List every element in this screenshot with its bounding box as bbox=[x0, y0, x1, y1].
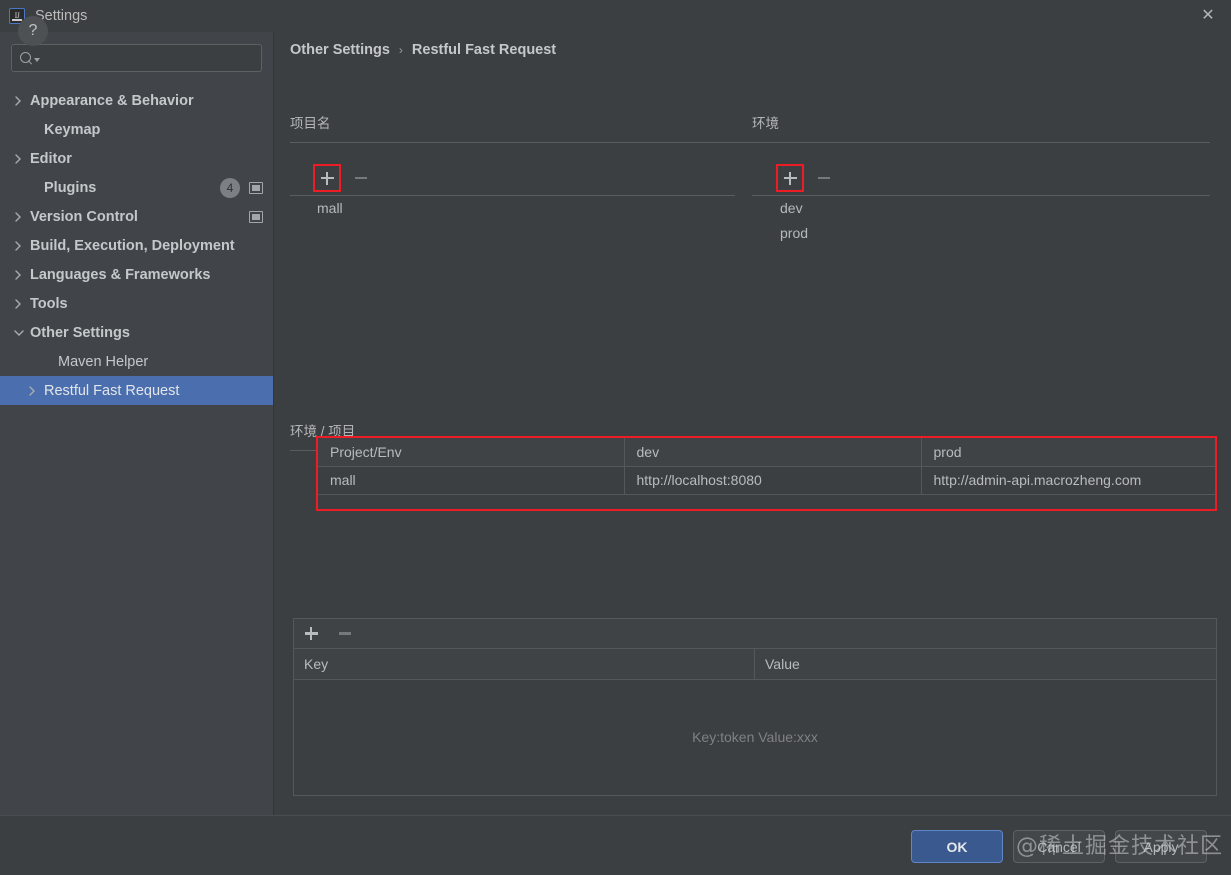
detach-window-icon[interactable] bbox=[249, 211, 263, 223]
chevron-down-icon[interactable] bbox=[14, 329, 30, 337]
sidebar-item-other-settings[interactable]: Other Settings bbox=[0, 318, 273, 347]
sidebar-item-build-execution-deployment[interactable]: Build, Execution, Deployment bbox=[0, 231, 273, 260]
plugins-update-badge: 4 bbox=[220, 178, 240, 198]
breadcrumb-separator-icon: › bbox=[399, 43, 403, 57]
table-row[interactable]: mall http://localhost:8080 http://admin-… bbox=[318, 466, 1215, 494]
sidebar-item-editor[interactable]: Editor bbox=[0, 144, 273, 173]
chevron-right-icon[interactable] bbox=[14, 212, 30, 222]
cell-dev-url[interactable]: http://localhost:8080 bbox=[624, 466, 921, 494]
breadcrumb-parent[interactable]: Other Settings bbox=[290, 42, 390, 58]
column-header-project-env[interactable]: Project/Env bbox=[318, 438, 624, 466]
env-section-label: 环境 bbox=[752, 112, 779, 132]
settings-tree: Appearance & Behavior Keymap Editor Plugins… bbox=[0, 86, 273, 405]
sidebar-item-accessories bbox=[240, 211, 263, 223]
sidebar-item-label: Languages & Frameworks bbox=[30, 267, 211, 283]
apply-button[interactable]: Apply bbox=[1115, 830, 1207, 863]
global-headers-empty-hint: Key:token Value:xxx bbox=[294, 729, 1216, 745]
sidebar-item-languages-frameworks[interactable]: Languages & Frameworks bbox=[0, 260, 273, 289]
env-list-divider bbox=[752, 195, 1210, 196]
chevron-right-icon[interactable] bbox=[14, 154, 30, 164]
search-input[interactable] bbox=[40, 45, 261, 71]
env-remove-button[interactable] bbox=[812, 166, 836, 190]
sidebar-item-restful-fast-request[interactable]: Restful Fast Request bbox=[0, 376, 273, 405]
help-button[interactable]: ? bbox=[18, 16, 48, 46]
global-headers-column-row: Key Value bbox=[294, 649, 1216, 680]
sidebar-item-label: Keymap bbox=[44, 122, 100, 138]
sidebar-item-label: Editor bbox=[30, 151, 72, 167]
env-add-button[interactable] bbox=[778, 166, 802, 190]
sidebar-item-appearance-behavior[interactable]: Appearance & Behavior bbox=[0, 86, 273, 115]
project-list-divider bbox=[290, 195, 735, 196]
project-remove-button[interactable] bbox=[349, 166, 373, 190]
breadcrumb-current: Restful Fast Request bbox=[412, 42, 556, 58]
column-header-dev[interactable]: dev bbox=[624, 438, 921, 466]
sidebar-item-plugins[interactable]: Plugins 4 bbox=[0, 173, 273, 202]
header-remove-button[interactable] bbox=[333, 622, 357, 646]
search-box[interactable] bbox=[11, 44, 262, 72]
chevron-right-icon[interactable] bbox=[14, 299, 30, 309]
chevron-right-icon[interactable] bbox=[14, 96, 30, 106]
column-header-prod[interactable]: prod bbox=[921, 438, 1215, 466]
env-project-table: Project/Env dev prod mall http://localho… bbox=[318, 438, 1215, 495]
project-section-label: 项目名 bbox=[290, 112, 331, 132]
env-project-table-highlight: Project/Env dev prod mall http://localho… bbox=[316, 436, 1217, 511]
sidebar-item-keymap[interactable]: Keymap bbox=[0, 115, 273, 144]
sidebar-item-label: Maven Helper bbox=[58, 354, 148, 370]
cancel-button[interactable]: Cancel bbox=[1013, 830, 1105, 863]
sidebar-item-label: Version Control bbox=[30, 209, 138, 225]
column-header-key[interactable]: Key bbox=[294, 649, 755, 679]
cell-prod-url[interactable]: http://admin-api.macrozheng.com bbox=[921, 466, 1215, 494]
sidebar-item-maven-helper[interactable]: Maven Helper bbox=[0, 347, 273, 376]
close-icon[interactable]: ✕ bbox=[1191, 2, 1225, 30]
global-headers-body[interactable]: Key:token Value:xxx bbox=[294, 680, 1216, 794]
sidebar-item-tools[interactable]: Tools bbox=[0, 289, 273, 318]
env-list-item-dev[interactable]: dev bbox=[780, 200, 803, 216]
sidebar-item-label: Plugins bbox=[44, 180, 96, 196]
search-icon bbox=[20, 52, 33, 65]
sidebar-item-accessories: 4 bbox=[220, 178, 263, 198]
project-toolbar bbox=[315, 166, 373, 190]
global-headers-toolbar bbox=[294, 619, 1216, 649]
sidebar-item-version-control[interactable]: Version Control bbox=[0, 202, 273, 231]
sidebar-item-label: Restful Fast Request bbox=[44, 383, 179, 399]
chevron-right-icon[interactable] bbox=[28, 386, 44, 396]
sidebar-item-label: Appearance & Behavior bbox=[30, 93, 194, 109]
cell-project-name[interactable]: mall bbox=[318, 466, 624, 494]
chevron-right-icon[interactable] bbox=[14, 241, 30, 251]
table-header-row: Project/Env dev prod bbox=[318, 438, 1215, 466]
project-list-item-mall[interactable]: mall bbox=[317, 200, 343, 216]
column-header-value[interactable]: Value bbox=[755, 649, 1216, 679]
window-titlebar: IJ Settings ✕ bbox=[0, 0, 1231, 32]
ok-button[interactable]: OK bbox=[911, 830, 1003, 863]
header-add-button[interactable] bbox=[299, 622, 323, 646]
sidebar-item-label: Build, Execution, Deployment bbox=[30, 238, 235, 254]
detach-window-icon[interactable] bbox=[249, 182, 263, 194]
chevron-right-icon[interactable] bbox=[14, 270, 30, 280]
global-headers-panel: Key Value Key:token Value:xxx bbox=[293, 618, 1217, 796]
project-add-button[interactable] bbox=[315, 166, 339, 190]
settings-sidebar: Appearance & Behavior Keymap Editor Plugins… bbox=[0, 32, 274, 815]
breadcrumb: Other Settings › Restful Fast Request bbox=[290, 42, 556, 58]
sidebar-item-label: Tools bbox=[30, 296, 68, 312]
settings-dialog: IJ Settings ✕ Appearance & BehaviorKeyma… bbox=[0, 0, 1231, 875]
env-section-divider bbox=[752, 142, 1210, 143]
sidebar-item-label: Other Settings bbox=[30, 325, 130, 341]
env-toolbar bbox=[778, 166, 836, 190]
env-list-item-prod[interactable]: prod bbox=[780, 225, 808, 241]
